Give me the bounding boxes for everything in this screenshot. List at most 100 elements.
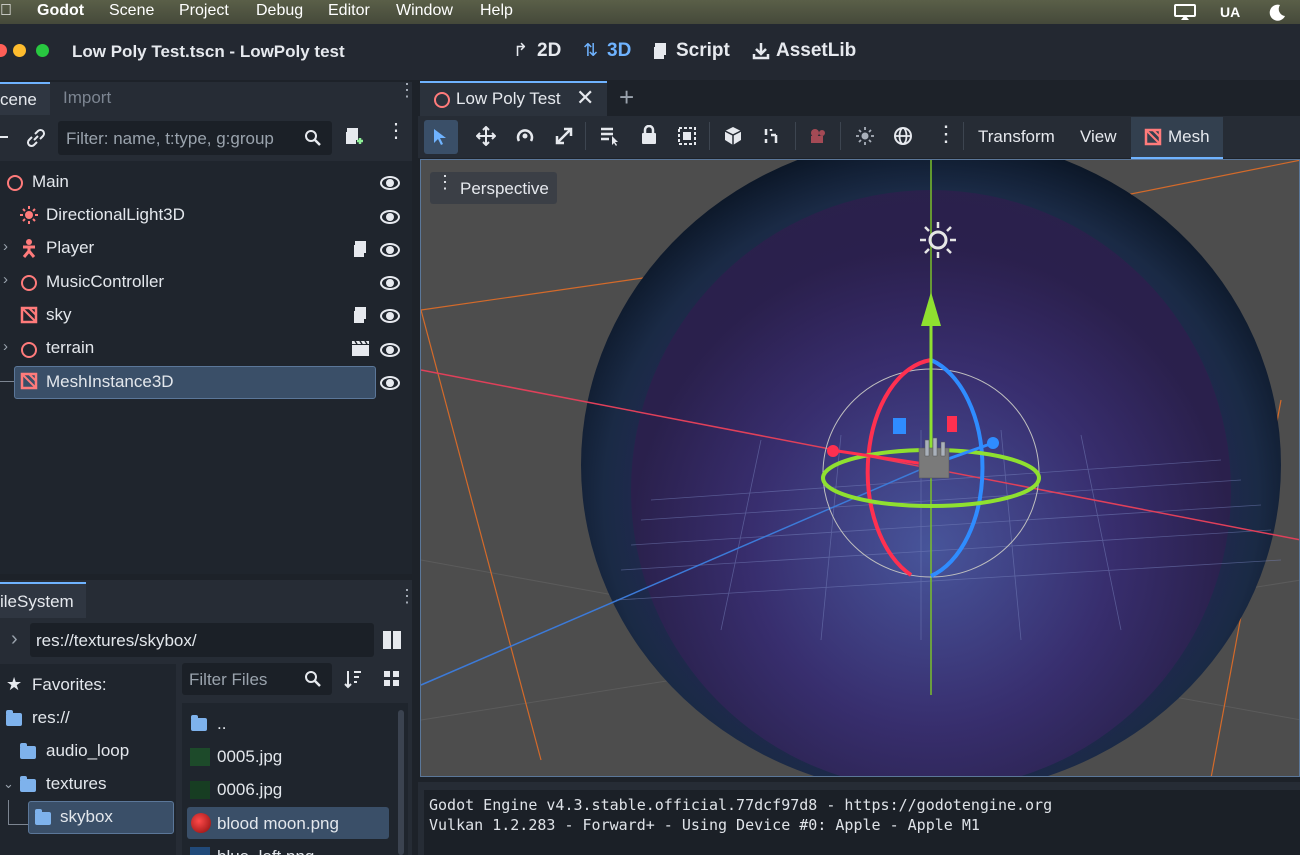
scale-mode-icon[interactable] [554,126,574,146]
texture-thumbnail [190,781,210,799]
close-tab-icon[interactable]: ✕ [576,85,594,111]
view-menu[interactable]: View [1080,127,1117,147]
cursor-icon [434,129,446,145]
visibility-eye-icon[interactable] [380,276,400,290]
add-tab-icon[interactable]: + [619,82,634,113]
tree-node-meshinstance3d[interactable]: MeshInstance3D [46,372,174,392]
menu-scene[interactable]: Scene [109,2,154,20]
camera-preview-icon[interactable] [808,127,828,145]
visibility-eye-icon[interactable] [380,243,400,257]
perspective-label: Perspective [460,179,549,198]
attach-script-icon[interactable] [344,127,364,149]
mesh-icon [20,306,38,324]
tab-import[interactable]: Import [63,88,111,108]
fs-tree-res[interactable]: res:// [32,708,70,728]
toolbar-separator [585,122,586,150]
menu-editor[interactable]: Editor [328,2,370,20]
expand-chevron-icon[interactable]: › [3,338,8,355]
tree-node-musiccontroller[interactable]: MusicController [46,272,164,292]
sun-preview-icon[interactable] [855,126,875,146]
window-title: Low Poly Test.tscn - LowPoly test [72,42,345,61]
file-item-0006[interactable]: 0006.jpg [217,780,282,800]
select-mode-button[interactable] [424,120,458,154]
add-node-icon[interactable] [0,136,8,138]
tree-node-sky[interactable]: sky [46,305,72,325]
environment-preview-icon[interactable] [893,126,913,146]
dock-menu-icon[interactable]: ⋮ [398,587,416,605]
move-mode-icon[interactable] [476,126,496,146]
scene-filter-placeholder: Filter: name, t:type, g:group [66,129,274,148]
node3d-icon [7,175,23,191]
list-select-icon[interactable] [599,126,621,146]
group-icon[interactable] [677,126,697,146]
expand-chevron-icon[interactable]: › [3,271,8,288]
perspective-menu[interactable]: ⋮ Perspective [430,172,557,204]
folder-icon [35,809,51,825]
output-log: Godot Engine v4.3.stable.official.77dcf9… [424,790,1300,855]
script-icon[interactable] [352,306,368,324]
input-source-indicator[interactable]: UA [1220,4,1240,20]
sort-icon[interactable] [343,669,363,689]
expand-chevron-icon[interactable]: › [3,238,8,255]
mesh-menu[interactable]: Mesh [1131,117,1223,159]
filesystem-path-input[interactable]: res://textures/skybox/ [30,623,374,657]
menu-window[interactable]: Window [396,2,453,20]
split-view-icon[interactable] [382,630,402,650]
output-line-vulkan: Vulkan 1.2.283 - Forward+ - Using Device… [429,816,980,834]
visibility-eye-icon[interactable] [380,376,400,390]
minimize-window-button[interactable] [13,44,26,57]
zoom-window-button[interactable] [36,44,49,57]
environment-options-icon[interactable]: ⋮ [935,123,957,145]
tab-scene[interactable]: cene [0,82,50,115]
file-item-blood-moon[interactable]: blood moon.png [217,814,339,834]
dark-mode-icon[interactable] [1268,3,1286,21]
collapse-chevron-icon[interactable]: ⌄ [3,776,14,792]
local-space-icon[interactable] [723,126,743,146]
visibility-eye-icon[interactable] [380,343,400,357]
tree-node-main[interactable]: Main [32,172,69,192]
fs-tree-audio-loop[interactable]: audio_loop [46,741,129,761]
mesh-icon [1144,128,1162,146]
fs-tree-skybox[interactable]: skybox [60,807,113,827]
tree-node-directionallight3d[interactable]: DirectionalLight3D [46,205,185,225]
file-item-blue-left[interactable]: blue_left.png [217,847,314,855]
apple-icon[interactable]:  [0,2,12,20]
snap-icon[interactable] [763,126,783,146]
menu-help[interactable]: Help [480,2,513,20]
grid-view-icon[interactable] [383,670,401,688]
visibility-eye-icon[interactable] [380,176,400,190]
lock-icon[interactable] [640,125,658,145]
node3d-icon [21,275,37,291]
tab-filesystem[interactable]: ileSystem [0,582,86,618]
transform-menu[interactable]: Transform [978,127,1055,147]
tree-node-terrain[interactable]: terrain [46,338,94,358]
menu-project[interactable]: Project [179,2,229,20]
node3d-icon [434,92,450,108]
scene-filter-input[interactable]: Filter: name, t:type, g:group [58,121,332,155]
toolbar-separator [963,122,964,150]
menu-debug[interactable]: Debug [256,2,303,20]
rotate-mode-icon[interactable] [515,126,535,146]
app-menu[interactable]: Godot [37,2,84,20]
visibility-eye-icon[interactable] [380,309,400,323]
3d-viewport[interactable]: ⋮ Perspective [420,159,1300,777]
visibility-eye-icon[interactable] [380,210,400,224]
filter-files-input[interactable]: Filter Files [182,663,332,695]
file-list-scrollbar[interactable] [398,710,404,855]
scene-options-icon[interactable]: ⋮ [386,121,406,141]
dock-menu-icon[interactable]: ⋮ [398,81,416,99]
fs-tree-textures[interactable]: textures [46,774,106,794]
link-icon[interactable] [26,128,46,148]
path-history-chevron-icon[interactable]: › [11,628,18,651]
scene-tab-low-poly-test[interactable]: Low Poly Test ✕ [420,81,607,117]
favorites-label[interactable]: Favorites: [32,675,107,695]
workspace-script-label: Script [676,40,730,61]
file-item-parent[interactable]: .. [217,714,226,734]
display-icon[interactable] [1173,3,1197,21]
script-icon[interactable] [352,240,368,258]
script-icon [654,43,666,59]
file-item-0005[interactable]: 0005.jpg [217,747,282,767]
tree-node-player[interactable]: Player [46,238,94,258]
macos-menu-bar:  Godot Scene Project Debug Editor Windo… [0,0,1300,24]
open-in-editor-icon[interactable] [351,340,370,357]
